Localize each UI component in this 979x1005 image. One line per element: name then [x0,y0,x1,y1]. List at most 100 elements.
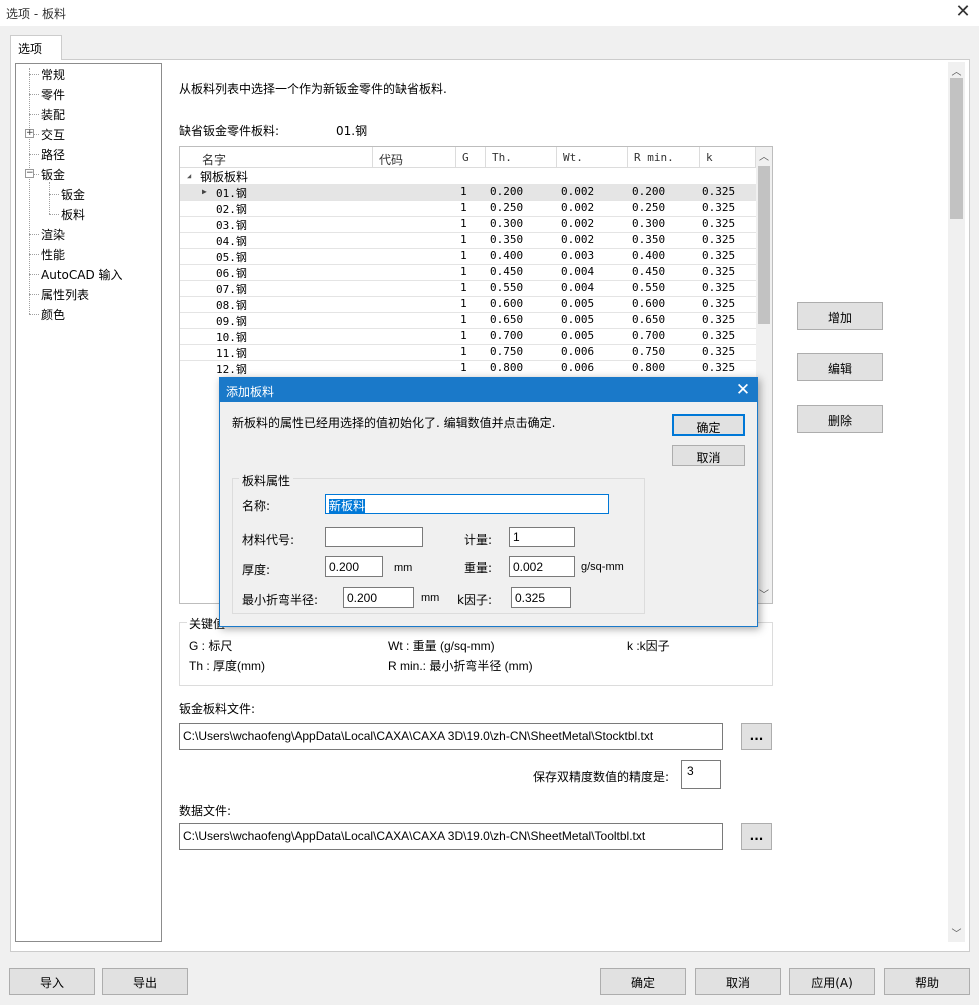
tab-options[interactable]: 选项 [10,35,62,60]
table-cell-thickness[interactable]: 0.200 [490,185,523,200]
table-cell-rmin[interactable]: 0.800 [632,361,665,376]
table-cell-k[interactable]: 0.325 [702,201,735,216]
table-cell-g[interactable]: 1 [460,201,467,216]
table-cell-thickness[interactable]: 0.250 [490,201,523,216]
data-file-browse-button[interactable]: ... [741,823,772,850]
delete-button[interactable]: 删除 [797,405,883,433]
dialog-close-icon[interactable]: ✕ [732,380,754,400]
table-cell-weight[interactable]: 0.005 [561,313,594,328]
table-cell-g[interactable]: 1 [460,361,467,376]
cancel-button[interactable]: 取消 [695,968,781,995]
name-input[interactable]: 新板料 [325,494,609,514]
table-cell-k[interactable]: 0.325 [702,329,735,344]
table-cell-rmin[interactable]: 0.250 [632,201,665,216]
table-cell-g[interactable]: 1 [460,329,467,344]
precision-input[interactable]: 3 [681,760,721,789]
column-header-wt[interactable]: Wt. [557,147,628,168]
weight-input[interactable]: 0.002 [509,556,575,577]
gauge-input[interactable]: 1 [509,527,575,547]
table-cell-thickness[interactable]: 0.750 [490,345,523,360]
tree-item-assembly[interactable]: 装配 [41,106,65,123]
table-cell-thickness[interactable]: 0.650 [490,313,523,328]
tree-item-stock[interactable]: 板料 [61,206,85,223]
table-row[interactable]: 07.钢 1 0.550 0.004 0.550 0.325 [180,280,756,296]
table-cell-k[interactable]: 0.325 [702,313,735,328]
table-cell-thickness[interactable]: 0.550 [490,281,523,296]
table-cell-name[interactable]: 01.钢 [216,185,247,200]
table-row[interactable]: 11.钢 1 0.750 0.006 0.750 0.325 [180,344,756,360]
column-header-g[interactable]: G [456,147,486,168]
table-group-row[interactable]: ◢ 钢板板料 [180,168,756,184]
table-row[interactable]: 12.钢 1 0.800 0.006 0.800 0.325 [180,360,756,376]
table-row[interactable]: 05.钢 1 0.400 0.003 0.400 0.325 [180,248,756,264]
table-cell-rmin[interactable]: 0.600 [632,297,665,312]
main-scroll-up-icon[interactable]: ︿ [949,63,964,78]
table-row[interactable]: 06.钢 1 0.450 0.004 0.450 0.325 [180,264,756,280]
tree-item-color[interactable]: 颜色 [41,306,65,323]
table-cell-thickness[interactable]: 0.700 [490,329,523,344]
table-cell-rmin[interactable]: 0.400 [632,249,665,264]
table-cell-rmin[interactable]: 0.700 [632,329,665,344]
table-cell-rmin[interactable]: 0.300 [632,217,665,232]
table-cell-name[interactable]: 09.钢 [216,313,247,328]
table-cell-weight[interactable]: 0.005 [561,329,594,344]
table-row[interactable]: 03.钢 1 0.300 0.002 0.300 0.325 [180,216,756,232]
table-cell-weight[interactable]: 0.002 [561,185,594,200]
dialog-ok-button[interactable]: 确定 [672,414,745,436]
table-cell-thickness[interactable]: 0.600 [490,297,523,312]
table-cell-thickness[interactable]: 0.350 [490,233,523,248]
table-cell-name[interactable]: 07.钢 [216,281,247,296]
table-cell-name[interactable]: 12.钢 [216,361,247,376]
table-cell-weight[interactable]: 0.006 [561,345,594,360]
table-cell-name[interactable]: 11.钢 [216,345,247,360]
table-cell-thickness[interactable]: 0.300 [490,217,523,232]
table-cell-name[interactable]: 04.钢 [216,233,247,248]
table-cell-k[interactable]: 0.325 [702,265,735,280]
stock-file-path-field[interactable]: C:\Users\wchaofeng\AppData\Local\CAXA\CA… [179,723,723,750]
add-button[interactable]: 增加 [797,302,883,330]
table-row[interactable]: 02.钢 1 0.250 0.002 0.250 0.325 [180,200,756,216]
table-cell-k[interactable]: 0.325 [702,345,735,360]
column-header-k[interactable]: k [700,147,756,168]
help-button[interactable]: 帮助 [884,968,970,995]
table-cell-weight[interactable]: 0.004 [561,281,594,296]
apply-button[interactable]: 应用(A) [789,968,875,995]
table-cell-g[interactable]: 1 [460,281,467,296]
table-cell-rmin[interactable]: 0.650 [632,313,665,328]
tree-item-interaction[interactable]: 交互 [41,126,65,143]
table-cell-rmin[interactable]: 0.750 [632,345,665,360]
table-cell-weight[interactable]: 0.002 [561,201,594,216]
table-scroll-thumb[interactable] [758,166,770,324]
table-row[interactable]: 04.钢 1 0.350 0.002 0.350 0.325 [180,232,756,248]
table-cell-g[interactable]: 1 [460,233,467,248]
tree-item-render[interactable]: 渲染 [41,226,65,243]
table-cell-g[interactable]: 1 [460,265,467,280]
table-row[interactable]: 09.钢 1 0.650 0.005 0.650 0.325 [180,312,756,328]
table-cell-name[interactable]: 10.钢 [216,329,247,344]
table-cell-k[interactable]: 0.325 [702,361,735,376]
table-cell-weight[interactable]: 0.003 [561,249,594,264]
main-scroll-down-icon[interactable]: ﹀ [949,925,964,940]
table-row[interactable]: ▶ 01.钢 1 0.200 0.002 0.200 0.325 [180,184,756,200]
table-cell-k[interactable]: 0.325 [702,249,735,264]
table-cell-k[interactable]: 0.325 [702,281,735,296]
table-cell-weight[interactable]: 0.002 [561,233,594,248]
import-button[interactable]: 导入 [9,968,95,995]
tree-item-autocad-import[interactable]: AutoCAD 输入 [41,266,123,283]
table-cell-name[interactable]: 06.钢 [216,265,247,280]
table-cell-g[interactable]: 1 [460,217,467,232]
table-cell-g[interactable]: 1 [460,345,467,360]
table-cell-name[interactable]: 08.钢 [216,297,247,312]
table-cell-weight[interactable]: 0.005 [561,297,594,312]
options-tree[interactable]: + − 常规 零件 装配 交互 路径 钣金 钣金 板料 渲染 性能 AutoCA… [15,63,162,942]
table-row[interactable]: 10.钢 1 0.700 0.005 0.700 0.325 [180,328,756,344]
ok-button[interactable]: 确定 [600,968,686,995]
table-cell-thickness[interactable]: 0.400 [490,249,523,264]
column-header-th[interactable]: Th. [486,147,557,168]
table-cell-rmin[interactable]: 0.550 [632,281,665,296]
table-scroll-down-icon[interactable]: ﹀ [757,586,771,601]
table-cell-name[interactable]: 02.钢 [216,201,247,216]
tree-expand-plus-icon[interactable]: + [25,129,34,138]
table-cell-g[interactable]: 1 [460,313,467,328]
table-cell-k[interactable]: 0.325 [702,217,735,232]
